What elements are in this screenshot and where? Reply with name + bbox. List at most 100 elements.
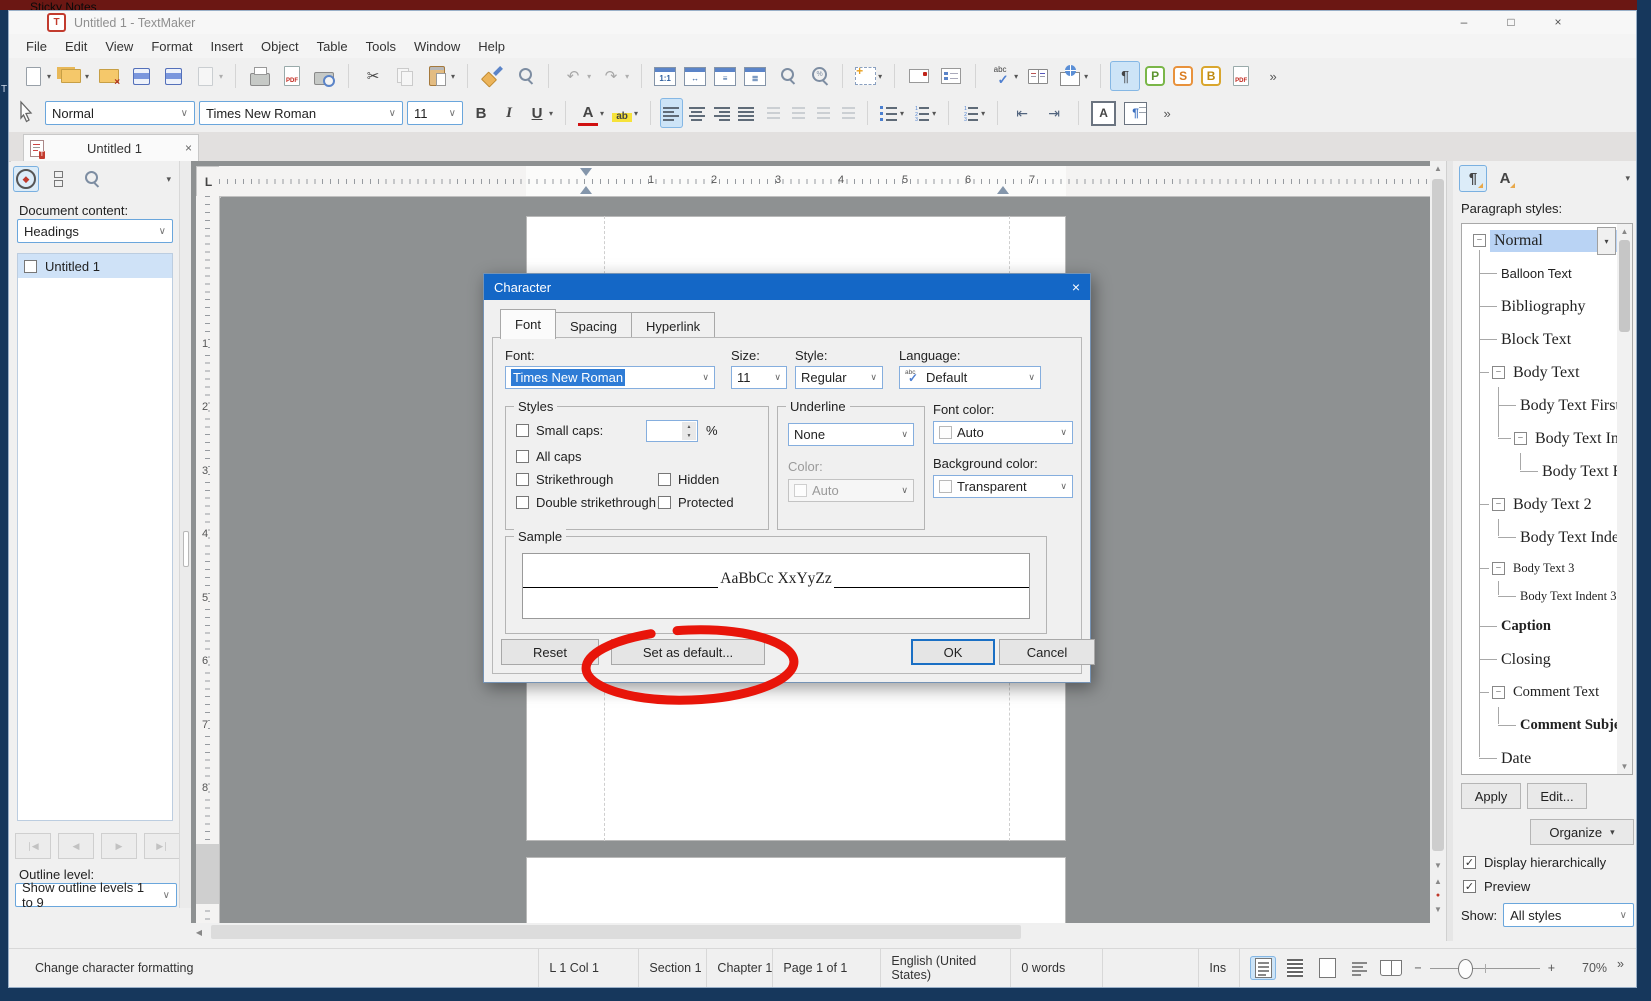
style-combobox[interactable]: Regular ∨ xyxy=(795,366,883,389)
show-styles-combobox[interactable]: All styles ∨ xyxy=(1503,903,1634,927)
tree-collapse-icon[interactable]: − xyxy=(1492,562,1505,575)
style-item[interactable]: Comment Subject xyxy=(1462,709,1632,742)
style-item[interactable]: − Body Text 3 xyxy=(1462,554,1632,582)
reset-button[interactable]: Reset xyxy=(501,639,599,665)
align-right[interactable] xyxy=(710,98,733,128)
hidden-checkbox[interactable]: Hidden xyxy=(658,472,719,487)
panel-menu-arrow-icon[interactable]: ▾ xyxy=(166,174,175,185)
view-page[interactable] xyxy=(1314,956,1340,980)
status-cell[interactable]: Ins xyxy=(1198,949,1240,987)
zoom[interactable] xyxy=(771,61,801,91)
paste[interactable]: ▾ xyxy=(422,61,458,91)
dialog-titlebar[interactable]: Character × xyxy=(484,274,1090,300)
object-mode-pointer-icon[interactable] xyxy=(15,100,37,126)
insert-frame[interactable]: ▾ xyxy=(852,61,885,91)
tab-close-icon[interactable]: × xyxy=(185,141,192,155)
page-2[interactable] xyxy=(526,857,1066,923)
paragraph-spacing[interactable] xyxy=(835,98,858,128)
view-book[interactable] xyxy=(1378,956,1404,980)
format-overflow[interactable]: » xyxy=(1152,98,1182,128)
scrollbar-thumb[interactable] xyxy=(1619,240,1630,332)
underline[interactable]: U ▾ xyxy=(524,98,556,128)
menu-item[interactable]: Window xyxy=(405,36,469,57)
highlight[interactable]: ab ▾ xyxy=(609,98,641,128)
print-preview[interactable] xyxy=(309,61,339,91)
tree-collapse-icon[interactable]: − xyxy=(1492,686,1505,699)
redo[interactable]: ↷ ▾ xyxy=(596,61,632,91)
basicmaker[interactable]: B xyxy=(1198,61,1224,91)
vertical-scrollbar[interactable]: ▲ ▼ ▲ ● ▼ xyxy=(1430,161,1446,941)
menu-item[interactable]: View xyxy=(96,36,142,57)
spin-down-icon[interactable]: ▼ xyxy=(682,431,696,440)
scroll-down-icon[interactable]: ▼ xyxy=(1617,762,1632,771)
increase-indent[interactable]: ⇥ xyxy=(1039,98,1069,128)
style-item[interactable]: − Body Text 2 xyxy=(1462,488,1632,521)
page-view[interactable]: ≡ xyxy=(711,61,739,91)
bold[interactable]: B xyxy=(468,98,494,128)
zoom-percentage[interactable]: 70% xyxy=(1563,961,1607,975)
status-cell[interactable]: Page 1 of 1 xyxy=(772,949,880,987)
space-above[interactable] xyxy=(785,98,808,128)
space-below[interactable] xyxy=(810,98,833,128)
nav-last[interactable]: ▶∣ xyxy=(144,833,180,859)
formatting-marks[interactable]: ¶ xyxy=(1110,61,1140,91)
thesaurus[interactable] xyxy=(1023,61,1053,91)
zoom-in-button[interactable]: + xyxy=(1548,961,1555,975)
status-cell[interactable]: English (United States) xyxy=(880,949,1010,987)
nav-next[interactable]: ▶ xyxy=(101,833,137,859)
browse-previous-icon[interactable]: ▲ xyxy=(1430,877,1446,886)
style-item[interactable]: Date xyxy=(1462,742,1632,775)
copy[interactable] xyxy=(390,61,420,91)
line-spacing[interactable] xyxy=(760,98,783,128)
double-strikethrough-checkbox[interactable]: Double strikethrough xyxy=(516,495,656,510)
fit-width[interactable]: ↔ xyxy=(681,61,709,91)
first-line-indent-marker[interactable] xyxy=(580,168,592,176)
scrollbar-thumb[interactable] xyxy=(1432,179,1444,851)
small-caps-percent-spinner[interactable]: ▲ ▼ xyxy=(646,420,698,442)
toolbar-overflow[interactable]: » xyxy=(1258,61,1288,91)
checkbox-checked[interactable]: ✓ xyxy=(1463,856,1476,869)
left-indent-marker[interactable] xyxy=(580,186,592,194)
sidebar-menu-arrow-icon[interactable]: ▾ xyxy=(1625,173,1630,184)
paragraph-styles-tab[interactable]: ¶ xyxy=(1459,165,1487,192)
menu-item[interactable]: Tools xyxy=(357,36,405,57)
checkbox[interactable] xyxy=(516,450,529,463)
numbered-list[interactable]: ▾ xyxy=(909,98,939,128)
style-item[interactable]: Body Text Indent 3 xyxy=(1462,582,1632,610)
style-item[interactable]: Caption xyxy=(1462,610,1632,643)
style-item[interactable]: Bibliography xyxy=(1462,290,1632,323)
horizontal-scrollbar[interactable]: ◀ xyxy=(191,923,1430,941)
dialog-tab[interactable]: Hyperlink xyxy=(631,312,715,339)
format-paintbrush[interactable] xyxy=(477,61,507,91)
underline-combobox[interactable]: None ∨ xyxy=(788,423,914,446)
size-combobox[interactable]: 11 ∨ xyxy=(731,366,787,389)
font-combobox[interactable]: Times New Roman ∨ xyxy=(505,366,715,389)
nav-previous[interactable]: ◀ xyxy=(58,833,94,859)
align-left[interactable] xyxy=(660,98,683,128)
dialog-tab[interactable]: Font xyxy=(500,309,556,339)
checkbox[interactable] xyxy=(516,473,529,486)
status-cell[interactable]: 0 words xyxy=(1010,949,1102,987)
zoom-original[interactable]: 1:1 xyxy=(651,61,679,91)
character-styles-tab[interactable]: A xyxy=(1491,165,1519,192)
organize-button[interactable]: Organize ▾ xyxy=(1530,819,1634,845)
tree-collapse-icon[interactable]: − xyxy=(1492,498,1505,511)
labels[interactable] xyxy=(936,61,966,91)
search[interactable] xyxy=(509,61,539,91)
print[interactable] xyxy=(245,61,275,91)
view-draft[interactable] xyxy=(1346,956,1372,980)
strikethrough-checkbox[interactable]: Strikethrough xyxy=(516,472,613,487)
export-pdf[interactable] xyxy=(277,61,307,91)
paragraph-style-combobox[interactable]: Normal ∨ xyxy=(45,101,195,125)
decrease-indent[interactable]: ⇤ xyxy=(1007,98,1037,128)
cut[interactable]: ✂ xyxy=(358,61,388,91)
checkbox[interactable] xyxy=(658,496,671,509)
status-cell[interactable]: Chapter 1 xyxy=(706,949,772,987)
cancel-button[interactable]: Cancel xyxy=(999,639,1095,665)
save-all[interactable] xyxy=(158,61,188,91)
content-filter-combobox[interactable]: Headings ∨ xyxy=(17,219,173,243)
save[interactable] xyxy=(126,61,156,91)
revert[interactable]: ▾ xyxy=(190,61,226,91)
scroll-up-icon[interactable]: ▲ xyxy=(1430,164,1446,173)
open-pdf[interactable] xyxy=(1226,61,1256,91)
